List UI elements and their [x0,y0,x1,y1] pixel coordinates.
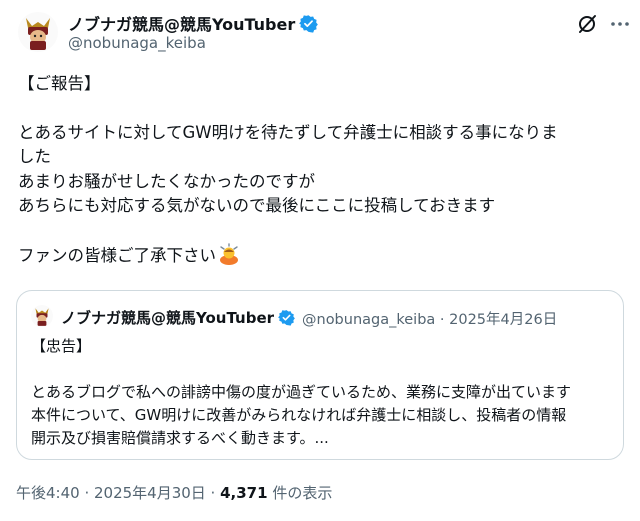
post-line: した [18,147,51,167]
post-line: とあるサイトに対してGW明けを待たずして弁護士に相談する事になりま [18,122,558,142]
post-line: 【ご報告】 [18,74,101,93]
views-label: 件の表示 [267,484,333,502]
post-line: ファンの皆様ご了承下さい [18,243,618,272]
quoted-author-name: ノブナガ競馬@競馬YouTuber [61,307,295,330]
quoted-author-avatar [31,305,53,327]
post-timestamp-views: 午後4:40 · 2025年4月30日 · 4,371 件の表示 [16,482,332,503]
post-line: あまりお騒がせしたくなかったのですが [18,171,315,191]
quoted-post-text: 【忠告】 とあるブログで私への誹謗中傷の度が過ぎているため、業務に支障が出ていま… [31,335,611,450]
samurai-helmet-icon [31,305,53,327]
post-timestamp[interactable]: 午後4:40 · 2025年4月30日 · [16,484,220,502]
person-bowing-icon [218,243,240,272]
verified-badge-icon [278,309,295,330]
author-avatar[interactable] [18,12,58,52]
post-text: 【ご報告】 とあるサイトに対してGW明けを待たずして弁護士に相談する事になりま … [18,72,618,272]
author-handle[interactable]: @nobunaga_keiba [68,34,206,52]
quoted-line: 【忠告】 [31,337,92,355]
quoted-post-card[interactable]: ノブナガ競馬@競馬YouTuber @nobunaga_keiba · 2025… [16,290,624,460]
quoted-line: 本件について、GW明けに改善がみられなければ弁護士に相談し、投稿者の情報 [31,406,567,424]
quoted-line: とあるブログで私への誹謗中傷の度が過ぎているため、業務に支障が出ています [31,383,572,401]
post-line: あちらにも対応する気がないので最後にここに投稿しておきます [18,196,496,216]
more-options-icon[interactable] [608,12,632,36]
quoted-post-meta: @nobunaga_keiba · 2025年4月26日 [302,312,558,328]
grok-icon[interactable] [576,12,600,36]
view-count: 4,371 [220,484,268,502]
samurai-helmet-icon [18,12,58,52]
quoted-line: 開示及び損害賠償請求するべく動きます。... [31,429,329,447]
verified-badge-icon [299,14,319,37]
